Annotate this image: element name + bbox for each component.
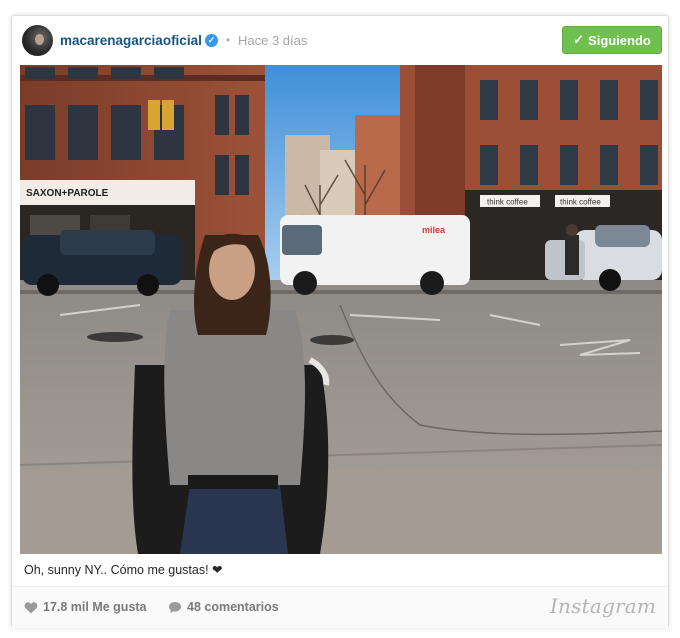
instagram-logo[interactable]: Instagram (550, 594, 656, 618)
avatar[interactable] (22, 25, 53, 56)
instagram-post-card: macarenagarciaoficial ✓ • Hace 3 días ✓ … (11, 15, 669, 628)
following-button-label: Siguiendo (588, 32, 651, 48)
post-header: macarenagarciaoficial ✓ • Hace 3 días ✓ … (12, 16, 668, 66)
comment-bubble-icon (169, 601, 181, 613)
heart-icon (24, 601, 38, 613)
likes-count[interactable]: 17.8 mil Me gusta (24, 600, 147, 614)
post-caption: Oh, sunny NY.. Cómo me gustas! ❤ (24, 563, 223, 577)
post-photo[interactable]: SAXON+PAROLE think coffee think coffee m… (20, 65, 662, 554)
post-timestamp[interactable]: Hace 3 días (238, 33, 307, 48)
cafe-sign-right: think coffee (560, 198, 601, 207)
likes-label: 17.8 mil Me gusta (43, 600, 147, 614)
comments-label: 48 comentarios (187, 600, 279, 614)
username-link[interactable]: macarenagarciaoficial (60, 33, 202, 48)
verified-badge-icon: ✓ (205, 34, 218, 47)
following-button[interactable]: ✓ Siguiendo (562, 26, 662, 54)
separator-dot: • (226, 33, 231, 47)
post-footer: 17.8 mil Me gusta 48 comentarios Instagr… (12, 586, 668, 628)
street-photo-illustration: SAXON+PAROLE think coffee think coffee m… (20, 65, 662, 554)
checkmark-icon: ✓ (573, 32, 585, 47)
store-sign: SAXON+PAROLE (26, 188, 109, 199)
comments-count[interactable]: 48 comentarios (168, 600, 279, 614)
van-logo: milea (422, 225, 446, 235)
cafe-sign-left: think coffee (487, 198, 528, 207)
